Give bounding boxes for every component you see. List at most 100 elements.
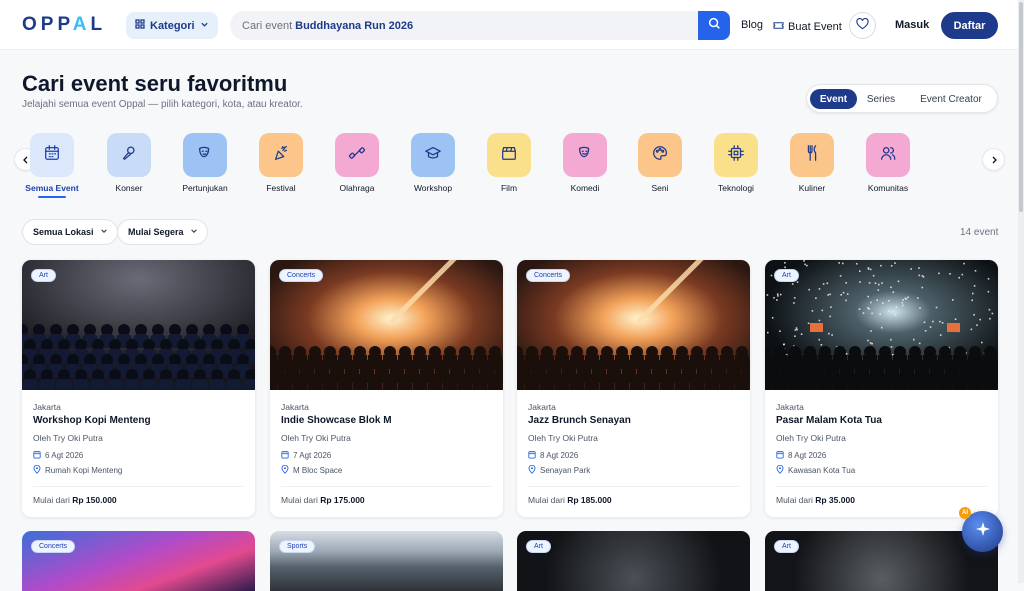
category-icon-tile: [259, 133, 303, 177]
category-komedi[interactable]: Komedi: [549, 133, 621, 193]
event-card[interactable]: Art Jakarta Pasar Malam Kota Tua Oleh Try O…: [765, 260, 998, 517]
event-card[interactable]: Art: [517, 531, 750, 591]
lokasi-filter[interactable]: Semua Lokasi: [22, 219, 118, 245]
calendar-icon: [33, 450, 41, 461]
card-divider: [281, 486, 492, 487]
scrollbar-thumb[interactable]: [1019, 2, 1023, 212]
event-date: 8 Agt 2026: [776, 450, 826, 461]
event-card[interactable]: Art Jakarta Workshop Kopi Menteng Oleh Try …: [22, 260, 255, 517]
event-card[interactable]: Concerts Jakarta Indie Showcase Blok M Oleh…: [270, 260, 503, 517]
card-divider: [528, 486, 739, 487]
category-konser[interactable]: Konser: [93, 133, 165, 193]
event-title[interactable]: Workshop Kopi Menteng: [33, 415, 151, 426]
tab-event[interactable]: Event: [810, 89, 857, 109]
dumbbell-icon: [348, 144, 366, 167]
category-seni[interactable]: Seni: [624, 133, 696, 193]
event-card[interactable]: Sports: [270, 531, 503, 591]
theater-mask-icon: [196, 144, 214, 167]
event-price: Mulai dari Rp 35.000: [776, 495, 855, 505]
category-olahraga[interactable]: Olahraga: [321, 133, 393, 193]
category-next-button[interactable]: [982, 148, 1005, 171]
tab-series[interactable]: Series: [860, 89, 902, 109]
kategori-dropdown[interactable]: Kategori: [126, 12, 218, 39]
category-icon-tile: [563, 133, 607, 177]
category-workshop[interactable]: Workshop: [397, 133, 469, 193]
event-venue-text: M Bloc Space: [293, 466, 343, 475]
daftar-button[interactable]: Daftar: [941, 12, 998, 39]
event-venue: Senayan Park: [528, 464, 591, 476]
event-date-text: 8 Agt 2026: [540, 451, 579, 460]
category-teknologi[interactable]: Teknologi: [700, 133, 772, 193]
category-icon-tile: [638, 133, 682, 177]
category-icon-tile: [790, 133, 834, 177]
oppal-logo[interactable]: OPPAL: [22, 14, 106, 36]
event-image[interactable]: [765, 260, 998, 390]
search-input[interactable]: Cari event Buddhayana Run 2026: [230, 11, 730, 40]
category-label: Komedi: [570, 183, 600, 193]
comedy-mask-icon: [576, 144, 594, 167]
event-category-badge: Concerts: [279, 269, 324, 282]
price-prefix: Mulai dari: [776, 495, 813, 505]
event-city: Jakarta: [776, 402, 804, 412]
event-category-badge: Art: [774, 269, 799, 282]
category-label: Teknologi: [718, 183, 754, 193]
event-title[interactable]: Indie Showcase Blok M: [281, 415, 392, 426]
event-price: Mulai dari Rp 185.000: [528, 495, 612, 505]
category-icon-tile: [411, 133, 455, 177]
event-card[interactable]: Concerts: [22, 531, 255, 591]
calendar-icon: [776, 450, 784, 461]
event-organizer[interactable]: Oleh Try Oki Putra: [776, 433, 846, 443]
category-icon-tile: [335, 133, 379, 177]
graduation-cap-icon: [424, 144, 442, 167]
sort-filter[interactable]: Mulai Segera: [117, 219, 208, 245]
event-venue-text: Kawasan Kota Tua: [788, 466, 856, 475]
card-divider: [33, 486, 244, 487]
buat-event-link[interactable]: Buat Event: [773, 18, 842, 36]
location-pin-icon: [528, 464, 536, 476]
event-title[interactable]: Jazz Brunch Senayan: [528, 415, 631, 426]
tab-event-creator[interactable]: Event Creator: [909, 89, 993, 109]
category-label: Pertunjukan: [182, 183, 228, 193]
event-category-badge: Art: [774, 540, 799, 553]
event-organizer[interactable]: Oleh Try Oki Putra: [33, 433, 103, 443]
category-label: Seni: [651, 183, 669, 193]
location-pin-icon: [281, 464, 289, 476]
microphone-icon: [120, 144, 138, 167]
price-value: Rp 150.000: [72, 495, 117, 505]
event-image[interactable]: [22, 260, 255, 390]
event-date-text: 8 Agt 2026: [788, 451, 827, 460]
palette-icon: [651, 144, 669, 167]
category-label: Festival: [266, 183, 296, 193]
search-button[interactable]: [698, 11, 730, 40]
category-icon-tile: [866, 133, 910, 177]
category-semua-event[interactable]: Semua Event: [16, 133, 88, 193]
utensils-icon: [803, 144, 821, 167]
event-venue-text: Senayan Park: [540, 466, 591, 475]
masuk-button[interactable]: Masuk: [895, 19, 929, 31]
category-festival[interactable]: Festival: [245, 133, 317, 193]
category-pertunjukan[interactable]: Pertunjukan: [169, 133, 241, 193]
category-icon-tile: [183, 133, 227, 177]
event-organizer[interactable]: Oleh Try Oki Putra: [281, 433, 351, 443]
search-placeholder: Cari event: [242, 19, 293, 32]
wishlist-button[interactable]: [849, 12, 876, 39]
blog-link[interactable]: Blog: [741, 19, 763, 31]
event-card[interactable]: Concerts Jakarta Jazz Brunch Senayan Oleh T…: [517, 260, 750, 517]
category-kuliner[interactable]: Kuliner: [776, 133, 848, 193]
location-pin-icon: [33, 464, 41, 476]
category-icon-tile: [107, 133, 151, 177]
lokasi-filter-label: Semua Lokasi: [33, 227, 94, 237]
event-category-badge: Art: [31, 269, 56, 282]
buat-event-label: Buat Event: [788, 21, 842, 33]
chevron-down-icon: [190, 227, 198, 237]
event-title[interactable]: Pasar Malam Kota Tua: [776, 415, 882, 426]
clapperboard-icon: [500, 144, 518, 167]
event-organizer[interactable]: Oleh Try Oki Putra: [528, 433, 598, 443]
category-komunitas[interactable]: Komunitas: [852, 133, 924, 193]
category-label: Workshop: [413, 183, 453, 193]
event-date-text: 6 Agt 2026: [45, 451, 84, 460]
calendar-icon: [43, 144, 61, 167]
chevron-down-icon: [100, 227, 108, 237]
category-film[interactable]: Film: [473, 133, 545, 193]
sort-filter-label: Mulai Segera: [128, 227, 184, 237]
